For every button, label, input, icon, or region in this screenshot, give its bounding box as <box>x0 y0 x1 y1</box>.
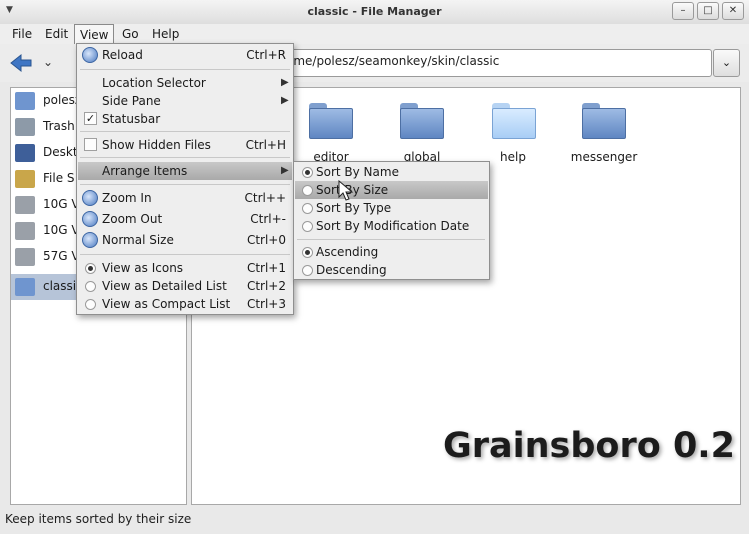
zoom-out-icon <box>82 211 98 227</box>
radio-icon <box>302 185 313 196</box>
history-dropdown-icon[interactable]: ⌄ <box>43 55 53 69</box>
zoom-in-icon <box>82 190 98 206</box>
side-item-label: File S <box>43 171 75 185</box>
menu-item-show-hidden[interactable]: Show Hidden Files Ctrl+H <box>78 136 292 154</box>
radio-icon <box>302 265 313 276</box>
side-item-label: Deskt <box>43 145 78 159</box>
submenu-arrow-icon: ▶ <box>281 95 289 106</box>
window-title: classic - File Manager <box>307 5 442 18</box>
side-item-label: 10G V <box>43 197 80 211</box>
menu-file[interactable]: File <box>7 24 37 44</box>
close-button[interactable]: ✕ <box>722 2 744 20</box>
menu-item-descending[interactable]: Descending <box>295 261 488 279</box>
menu-item-zoom-in[interactable]: Zoom In Ctrl++ <box>78 189 292 207</box>
submenu-arrow-icon: ▶ <box>281 77 289 88</box>
desktop-icon <box>15 144 35 162</box>
menu-item-statusbar[interactable]: ✓ Statusbar <box>78 110 292 128</box>
theme-watermark: Grainsboro 0.2 <box>443 426 735 466</box>
menu-item-normal-size[interactable]: Normal Size Ctrl+0 <box>78 231 292 249</box>
status-bar-text: Keep items sorted by their size <box>5 512 192 526</box>
menu-item-reload[interactable]: Reload Ctrl+R <box>78 46 292 64</box>
filesystem-icon <box>15 170 35 188</box>
location-dropdown-button[interactable]: ⌄ <box>713 49 740 77</box>
radio-icon <box>302 221 313 232</box>
menu-item-sort-by-type[interactable]: Sort By Type <box>295 199 488 217</box>
arrange-items-submenu: Sort By Name Sort By Size Sort By Type S… <box>293 161 490 280</box>
drive-icon <box>15 222 35 240</box>
radio-selected-icon <box>302 167 313 178</box>
menu-item-view-detailed[interactable]: View as Detailed List Ctrl+2 <box>78 277 292 295</box>
folder-icon <box>15 278 35 296</box>
radio-icon <box>85 299 96 310</box>
menu-item-view-icons[interactable]: View as Icons Ctrl+1 <box>78 259 292 277</box>
folder-icon[interactable] <box>400 103 444 139</box>
radio-icon <box>302 203 313 214</box>
menu-separator <box>80 254 290 255</box>
side-item-label: 57G V <box>43 249 80 263</box>
radio-selected-icon <box>302 247 313 258</box>
menu-item-ascending[interactable]: Ascending <box>295 243 488 261</box>
menu-view[interactable]: View <box>74 24 115 45</box>
radio-selected-icon <box>85 263 96 274</box>
drive-icon <box>15 196 35 214</box>
trash-icon <box>15 118 35 136</box>
zoom-original-icon <box>82 232 98 248</box>
home-icon <box>15 92 35 110</box>
maximize-button[interactable]: □ <box>697 2 719 20</box>
menu-separator <box>297 239 485 240</box>
checkmark-icon: ✓ <box>84 112 97 125</box>
minimize-button[interactable]: – <box>672 2 694 20</box>
location-path[interactable]: ome/polesz/seamonkey/skin/classic <box>286 54 499 68</box>
menu-item-location-selector[interactable]: Location Selector ▶ <box>78 74 292 92</box>
menu-separator <box>80 69 290 70</box>
menu-go[interactable]: Go <box>117 24 144 44</box>
menu-item-view-compact[interactable]: View as Compact List Ctrl+3 <box>78 295 292 313</box>
reload-icon <box>82 47 98 63</box>
menu-edit[interactable]: Edit <box>40 24 73 44</box>
radio-icon <box>85 281 96 292</box>
submenu-arrow-icon: ▶ <box>281 165 289 176</box>
menu-separator <box>80 131 290 132</box>
side-item-label: classi <box>43 279 77 293</box>
mouse-pointer-icon <box>338 180 354 201</box>
menu-item-side-pane[interactable]: Side Pane ▶ <box>78 92 292 110</box>
folder-icon[interactable] <box>582 103 626 139</box>
folder-label[interactable]: messenger <box>559 150 649 164</box>
menu-item-zoom-out[interactable]: Zoom Out Ctrl+- <box>78 210 292 228</box>
menu-item-arrange-items[interactable]: Arrange Items ▶ <box>78 162 292 180</box>
menu-help[interactable]: Help <box>147 24 184 44</box>
drive-icon <box>15 248 35 266</box>
checkbox-icon <box>84 138 97 151</box>
back-arrow-icon[interactable] <box>9 53 33 73</box>
view-menu: Reload Ctrl+R Location Selector ▶ Side P… <box>76 43 294 315</box>
folder-icon[interactable] <box>309 103 353 139</box>
menu-separator <box>80 157 290 158</box>
menu-separator <box>80 184 290 185</box>
side-item-label: Trash <box>43 119 75 133</box>
side-item-label: 10G V <box>43 223 80 237</box>
menu-item-sort-by-size[interactable]: Sort By Size <box>295 181 488 199</box>
folder-icon[interactable] <box>492 103 536 139</box>
menu-item-sort-by-date[interactable]: Sort By Modification Date <box>295 217 488 235</box>
menu-item-sort-by-name[interactable]: Sort By Name <box>295 163 488 181</box>
